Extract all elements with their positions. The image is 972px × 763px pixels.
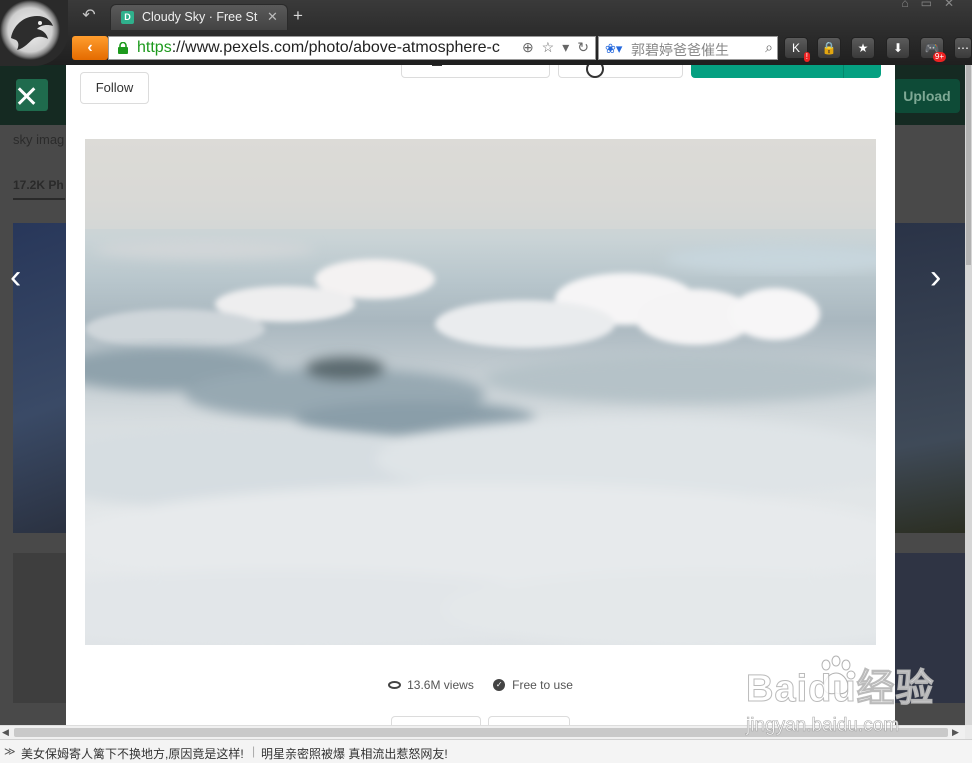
tab-close-icon[interactable]: ✕: [267, 9, 278, 25]
tab-favicon-icon: D: [121, 11, 134, 24]
star-extension-icon[interactable]: ★: [851, 37, 875, 59]
download-extension-icon[interactable]: ⬇: [886, 37, 910, 59]
share-button[interactable]: [391, 716, 481, 725]
new-tab-icon[interactable]: +: [293, 6, 303, 26]
horizontal-scrollbar[interactable]: ◀ ▶: [0, 725, 965, 739]
back-button[interactable]: ‹: [72, 36, 108, 60]
photo-stats: 13.6M views ✓ Free to use: [66, 677, 895, 697]
search-input[interactable]: 郭碧婷爸爸催生: [631, 40, 729, 60]
photo-modal: Follow 13.6M views ✓ Free to use: [66, 65, 895, 725]
background-photo[interactable]: [13, 553, 68, 703]
status-bar: ≫ 美女保姆寄人篱下不换地方,原因竟是这样! | 明星亲密照被爆 真相流出惹怒网…: [0, 739, 972, 763]
tab-title: Cloudy Sky · Free St: [142, 10, 258, 24]
scroll-right-icon[interactable]: ▶: [952, 726, 959, 739]
background-photo[interactable]: [895, 553, 965, 703]
game-extension-icon[interactable]: 🎮 9+: [920, 37, 946, 62]
search-heading: sky imag: [13, 132, 65, 147]
baidu-paw-icon[interactable]: ❀▾: [605, 41, 622, 57]
favorite-star-icon[interactable]: ☆: [542, 39, 555, 55]
heart-icon: [586, 65, 604, 78]
check-circle-icon: ✓: [493, 678, 506, 691]
views-count: 13.6M views: [407, 677, 474, 692]
views-stat: 13.6M views: [388, 678, 474, 692]
undo-close-tab-icon[interactable]: ↶: [78, 6, 100, 26]
lock-extension-icon[interactable]: 🔒: [817, 37, 841, 59]
news-link[interactable]: 美女保姆寄人篱下不换地方,原因竟是这样!: [21, 745, 244, 762]
bookmark-icon: [432, 65, 442, 68]
url-text[interactable]: https://www.pexels.com/photo/above-atmos…: [137, 39, 515, 57]
browser-logo-icon[interactable]: [0, 0, 68, 66]
extension-badge: !: [803, 52, 810, 62]
news-separator: |: [252, 744, 256, 758]
scroll-left-icon[interactable]: ◀: [2, 726, 9, 739]
url-protocol: https: [137, 39, 172, 56]
previous-photo-icon[interactable]: ‹: [10, 260, 21, 294]
browser-toolbar: ↶ D Cloudy Sky · Free St ✕ + ⌂▭✕ ‹ https…: [0, 0, 972, 66]
search-box[interactable]: ❀▾ 郭碧婷爸爸催生 ⌕: [598, 36, 778, 60]
double-chevron-icon[interactable]: ≫: [4, 745, 16, 758]
extension-badge: 9+: [932, 52, 946, 62]
upload-button[interactable]: Upload: [894, 79, 960, 113]
vertical-scrollbar[interactable]: [965, 65, 972, 725]
dropdown-icon[interactable]: ▾: [562, 39, 569, 55]
more-extensions-icon[interactable]: ⋯: [954, 37, 972, 59]
info-button[interactable]: [488, 716, 570, 725]
collect-button[interactable]: [401, 65, 550, 78]
download-split-divider: [843, 65, 844, 78]
photo-count-tab[interactable]: 17.2K Ph: [13, 178, 64, 192]
refresh-icon[interactable]: ↻: [577, 39, 589, 55]
news-link[interactable]: 明星亲密照被爆 真相流出惹怒网友!: [261, 745, 448, 762]
follow-button[interactable]: Follow: [80, 72, 149, 104]
scrollbar-corner: [965, 725, 972, 739]
active-tab-underline: [13, 198, 65, 200]
main-photo[interactable]: [85, 139, 876, 645]
address-actions: ⊕ ☆ ▾ ↻: [514, 39, 589, 56]
window-controls[interactable]: ⌂▭✕: [901, 0, 966, 10]
like-button[interactable]: [558, 65, 683, 78]
url-rest: ://www.pexels.com/photo/above-atmosphere…: [171, 39, 500, 56]
vertical-scroll-thumb[interactable]: [966, 65, 971, 265]
eye-icon: [388, 680, 402, 689]
license-label: Free to use: [512, 677, 573, 692]
next-photo-icon[interactable]: ›: [930, 260, 941, 294]
download-button[interactable]: [691, 65, 881, 78]
address-bar[interactable]: https://www.pexels.com/photo/above-atmos…: [108, 36, 596, 60]
compat-mode-icon[interactable]: ⊕: [522, 39, 534, 55]
search-icon[interactable]: ⌕: [765, 39, 773, 56]
close-modal-icon[interactable]: ✕: [14, 83, 39, 113]
tab-cloudy-sky[interactable]: D Cloudy Sky · Free St ✕: [110, 4, 288, 30]
extension-k-button[interactable]: K!: [784, 37, 810, 62]
lock-icon: [118, 42, 128, 54]
license-stat[interactable]: ✓ Free to use: [493, 678, 573, 692]
horizontal-scroll-thumb[interactable]: [14, 728, 948, 737]
